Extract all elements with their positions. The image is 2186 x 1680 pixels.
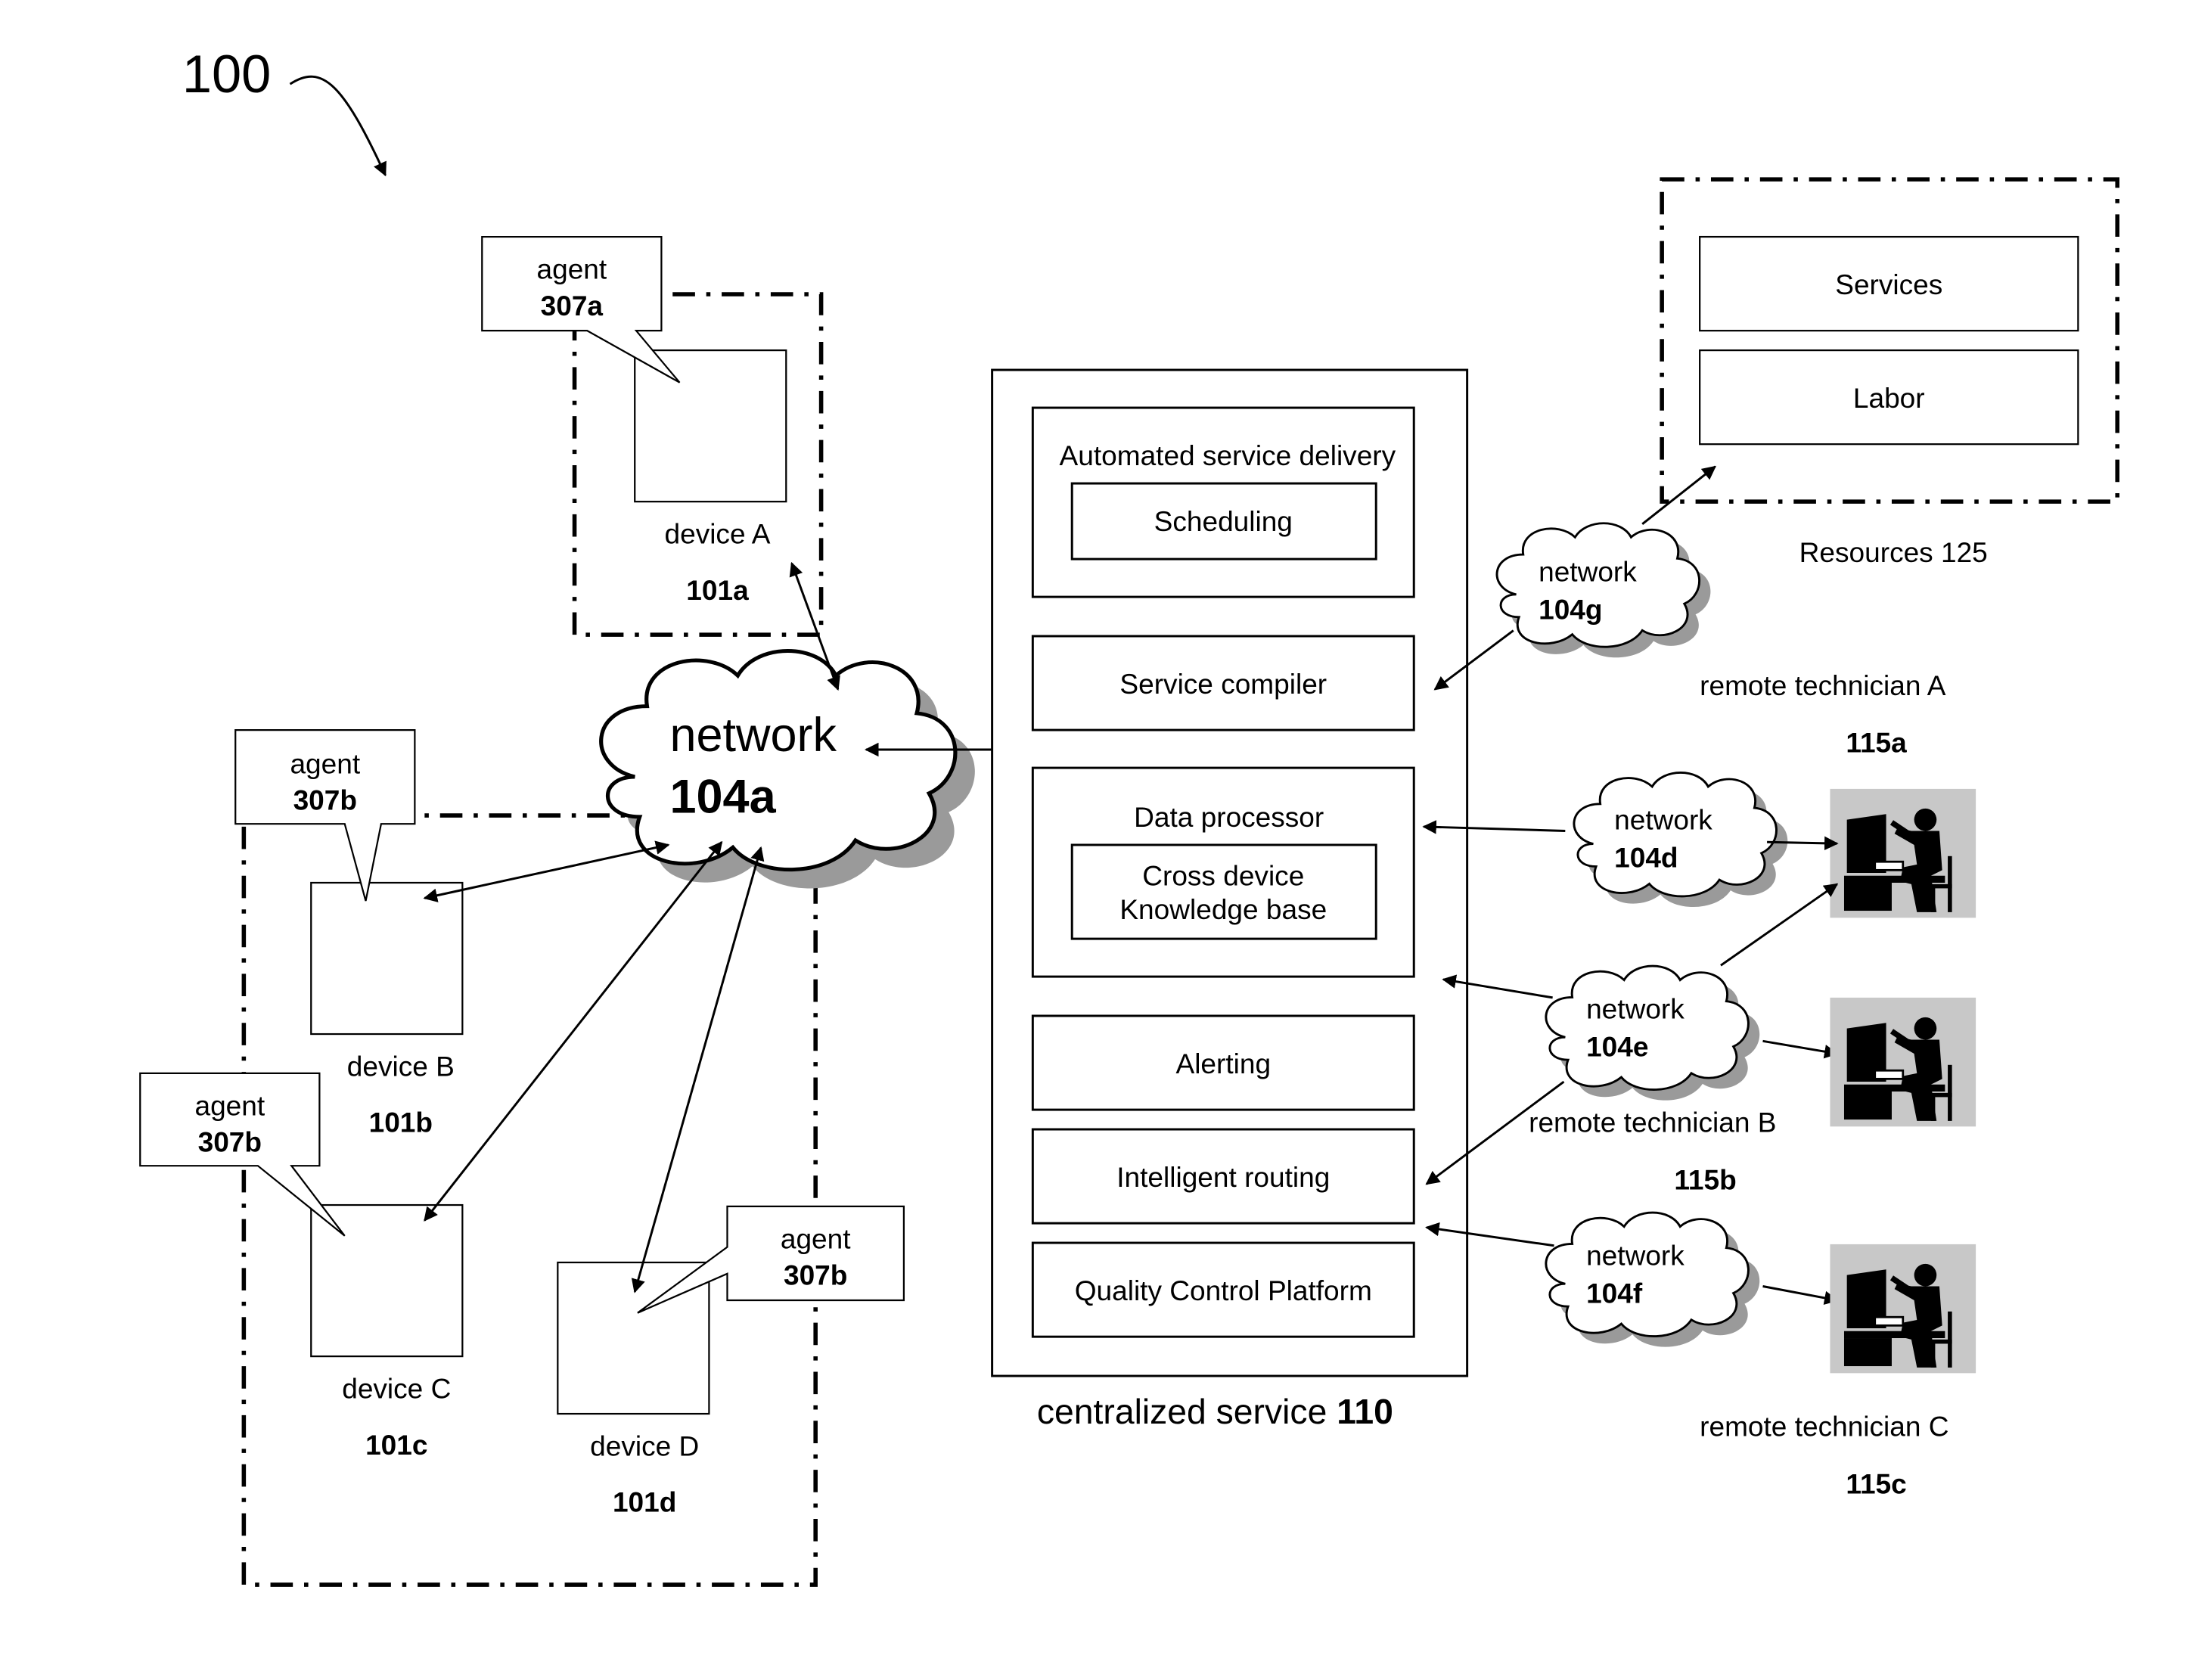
network-104g-label: network [1539,556,1637,588]
arrow-device-b-network [423,840,670,902]
labor-label: Labor [1853,382,1925,414]
technician-a-id: 115a [1846,727,1907,759]
network-104f-id: 104f [1586,1278,1643,1309]
agent-callout-a: agent 307a [481,235,681,384]
network-104e-label: network [1586,993,1685,1025]
reference-arrow [289,75,387,177]
device-d-label: device D [590,1430,699,1462]
technician-b-name: remote technician B [1529,1107,1776,1138]
figure-number: 100 [182,44,271,104]
network-104a-id: 104a [670,770,777,823]
device-d-group: device D 101d agent 307b [557,1205,905,1518]
device-d-id: 101d [613,1486,676,1518]
network-104e-id: 104e [1586,1031,1648,1063]
resources-boundary [1660,177,2120,504]
system-diagram: 100 device A 101a agent 307a device B 10… [139,44,2120,1587]
network-104e[interactable]: network 104e [1425,883,1839,1185]
network-104d[interactable]: network 104d [1422,771,1839,908]
network-104a[interactable]: network 104a [601,651,975,889]
centralized-service-id: 110 [1337,1392,1393,1431]
network-104g[interactable]: network 104g [1433,465,1716,691]
technician-a-icon[interactable] [1830,789,1976,918]
agent-b-label: agent [290,748,360,780]
agent-callout-c: agent 307b [139,1072,346,1237]
agent-c-id: 307b [198,1126,262,1158]
device-a-box[interactable] [634,349,787,503]
data-processor-label: Data processor [1134,801,1324,833]
agent-a-id: 307a [541,290,604,321]
agent-callout-b: agent 307b [234,728,416,902]
technician-a-name: remote technician A [1700,669,1946,701]
agent-d-id: 307b [784,1259,847,1291]
device-b-label: device B [347,1051,455,1082]
services-label: Services [1835,269,1942,300]
device-c-label: device C [342,1373,451,1405]
network-104a-label: network [670,709,837,762]
centralized-service-caption: centralized service 110 [1037,1392,1393,1431]
automated-service-delivery-label: Automated service delivery [1060,439,1396,471]
device-a-label: device A [665,518,771,550]
technician-c-name: remote technician C [1700,1411,1948,1442]
network-104f-label: network [1586,1240,1685,1272]
device-a-group: device A 101a agent 307a [481,235,824,637]
arrow-104f-technician-c [1762,1285,1839,1306]
intelligent-routing-label: Intelligent routing [1116,1161,1330,1193]
device-b-id: 101b [369,1107,433,1138]
device-a-id: 101a [686,574,749,606]
arrow-104e-technician-b [1762,1039,1839,1059]
network-104d-label: network [1614,804,1712,836]
arrow-104g-resources [1641,465,1716,525]
network-104f[interactable]: network 104f [1425,1211,1839,1347]
agent-a-label: agent [537,253,607,285]
centralized-service-name: centralized service [1037,1392,1327,1431]
centralized-service: Automated service delivery Scheduling Se… [991,368,1469,1431]
scheduling-label: Scheduling [1154,505,1293,537]
technician-b-id: 115b [1674,1164,1736,1196]
alerting-label: Alerting [1176,1048,1272,1079]
device-c-id: 101c [365,1429,427,1461]
device-b-box[interactable] [310,881,464,1036]
agent-d-label: agent [781,1222,851,1254]
arrow-104d-technician-a [1767,836,1839,851]
agent-b-id: 307b [293,784,357,816]
arrow-104e-technician-a [1720,883,1839,967]
network-104d-id: 104d [1614,842,1678,874]
knowledge-base-line2: Knowledge base [1119,893,1327,925]
knowledge-base-line1: Cross device [1142,860,1304,892]
service-compiler-label: Service compiler [1119,668,1327,700]
network-104g-id: 104g [1539,594,1602,626]
arrow-device-c-network [424,840,723,1222]
technician-c-id: 115c [1846,1468,1906,1500]
agent-c-label: agent [194,1089,265,1121]
resources-label: Resources 125 [1799,536,1988,568]
figure-reference: 100 [182,44,387,177]
technician-b-icon[interactable] [1830,998,1976,1126]
technician-c-icon[interactable] [1830,1244,1976,1373]
resources-125: Services Labor Resources 125 [1660,177,2120,568]
quality-control-label: Quality Control Platform [1075,1275,1372,1306]
